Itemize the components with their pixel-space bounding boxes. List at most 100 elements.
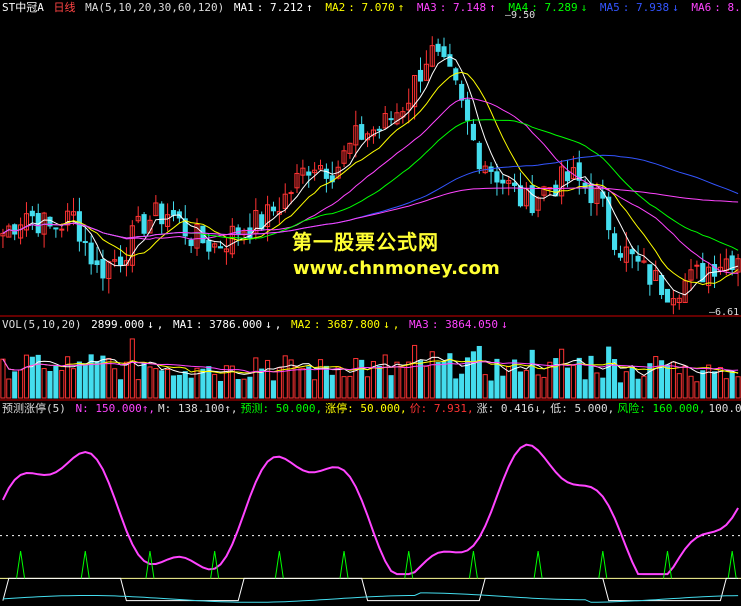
volume-bar [70, 368, 77, 399]
period-label[interactable]: 日线 [54, 1, 76, 14]
indicator-panel [0, 443, 741, 603]
volume-bar [294, 366, 300, 399]
volume-bar [388, 375, 394, 399]
candle-body [617, 253, 623, 258]
volume-bar [647, 363, 653, 399]
candle-body [600, 191, 606, 199]
volume-bar [200, 368, 206, 399]
volume-bar [23, 354, 30, 399]
volume-bar [435, 362, 441, 399]
volume-bar [365, 376, 371, 399]
candle-body [217, 246, 224, 249]
vol-params: VOL(5,10,20) [2, 318, 82, 331]
forecast-spike [468, 550, 478, 579]
volume-bar [353, 358, 359, 399]
ma2-legend: MA2: 7.070 ↑ [325, 1, 405, 14]
forecast-spike [533, 550, 543, 579]
volume-bar [523, 369, 529, 399]
volume-bar [0, 358, 6, 399]
volume-bar [629, 366, 635, 399]
volume-bar [494, 358, 500, 399]
candle-body [100, 259, 106, 279]
forecast-spike [339, 550, 349, 579]
volume-bar [165, 369, 171, 399]
forecast-spike [598, 550, 608, 579]
volume-bar [594, 372, 600, 399]
volume-bar [600, 377, 606, 399]
volume-bar [735, 376, 741, 399]
volume-bar [94, 360, 100, 399]
n-line [2, 443, 739, 576]
volume-bar [253, 357, 259, 399]
ma3-legend: MA3: 7.148 ↑ [416, 1, 496, 14]
volume-header: VOL(5,10,20) 2899.000 ↓, MA1: 3786.000 ↓, … [2, 318, 514, 332]
volume-bar [412, 344, 418, 399]
candle-body [659, 274, 665, 296]
volume-bar [235, 379, 241, 399]
symbol-label[interactable]: ST中冠A [2, 1, 44, 14]
volume-bar [570, 364, 576, 399]
candle-body [435, 43, 441, 52]
vol-value: 2899.000 ↓, [91, 318, 164, 331]
candle-body [53, 227, 59, 230]
candle-body [376, 128, 382, 131]
indicator-field: 100.000 [708, 402, 741, 415]
volume-bar [400, 366, 406, 399]
volume-bar [176, 374, 182, 399]
forecast-spike [727, 550, 737, 579]
candle-body [94, 260, 100, 266]
candle-body [694, 264, 700, 267]
volume-bar [282, 355, 288, 399]
volume-bar [729, 371, 735, 399]
volume-bar [259, 368, 265, 399]
volume-bar [170, 375, 177, 399]
indicator-field: 风险: 160.000, [617, 402, 706, 415]
volume-bar [588, 355, 594, 399]
indicator-field: 预测: 50.000, [240, 402, 323, 415]
volume-bar [711, 371, 718, 399]
candle-body [494, 171, 500, 183]
volume-bar [517, 371, 524, 399]
forecast-spike [80, 550, 90, 579]
candle-body [206, 239, 212, 252]
low-price-label: –6.61 [709, 307, 740, 318]
volume-bar [500, 375, 506, 399]
indicator-name[interactable]: 预测涨停(5) [2, 402, 66, 415]
volume-bar [194, 367, 200, 399]
volume-bar [459, 373, 465, 399]
volume-bar [223, 365, 229, 399]
indicator-field: 涨停: 50.000, [325, 402, 407, 415]
volume-bar [464, 357, 471, 399]
volume-bar [335, 366, 341, 399]
candle-body [159, 203, 165, 225]
volume-bar [212, 373, 218, 399]
volume-bar [141, 362, 147, 399]
volume-bar [159, 370, 165, 399]
ma1-legend: MA1: 7.212 ↑ [233, 1, 313, 14]
volume-bar [617, 382, 623, 399]
volume-bar [118, 379, 124, 399]
candle-body [306, 171, 312, 176]
volume-bar [688, 375, 694, 399]
volume-bar [682, 365, 688, 399]
volume-bar [65, 356, 71, 399]
volume-bar [664, 364, 671, 399]
volume-bar [76, 361, 82, 399]
volume-bar [247, 376, 253, 399]
forecast-spike [210, 550, 220, 579]
candle-body [170, 210, 177, 216]
candle-body [582, 182, 588, 189]
volume-panel [0, 338, 741, 399]
watermark-title: 第一股票公式网 [292, 230, 439, 254]
vol-ma-line [2, 358, 739, 373]
volume-bar [470, 351, 476, 399]
indicator-field: N: 150.000↑, [75, 402, 155, 415]
high-price-label: –9.50 [505, 10, 536, 21]
ma5-legend: MA5: 7.938 ↓ [599, 1, 679, 14]
candle-body [59, 228, 65, 231]
candle-body [629, 249, 635, 255]
volume-bar [53, 365, 59, 399]
volume-bar [6, 378, 12, 399]
candle-body [359, 124, 365, 140]
volume-bar [300, 367, 306, 399]
